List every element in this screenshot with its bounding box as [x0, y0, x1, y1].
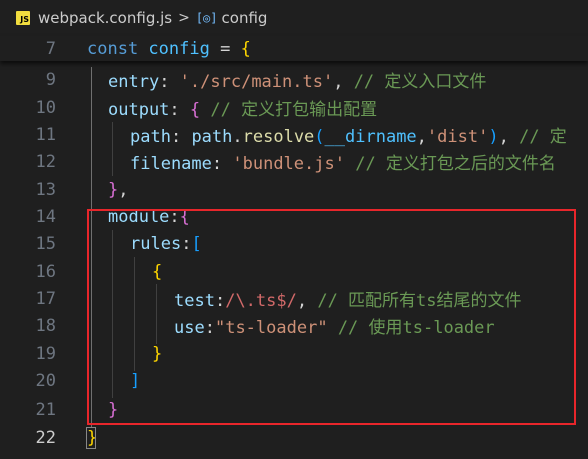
code-token-cm: // 定 — [519, 127, 567, 147]
code-token-pl: : — [159, 72, 180, 92]
code-token-str: 'dist' — [426, 127, 489, 147]
line-number: 12 — [35, 151, 56, 172]
variable-symbol-icon: [◎] — [195, 11, 218, 25]
line-code: path: path.resolve(__dirname,'dist'), //… — [130, 122, 567, 147]
code-editor[interactable]: JS webpack.config.js > [◎] config 7 cons… — [0, 0, 588, 459]
line-number: 20 — [35, 370, 56, 391]
line-number-current: 22 — [35, 427, 56, 448]
code-line: 12 filename: 'bundle.js' // 定义打包之后的文件名 — [0, 148, 588, 175]
line-code: filename: 'bundle.js' // 定义打包之后的文件名 — [130, 149, 556, 174]
code-line: 10 output: { // 定义打包输出配置 — [0, 94, 588, 121]
code-token-pl: = — [209, 38, 241, 59]
code-token-fn: resolve — [242, 127, 315, 147]
line-number: 16 — [35, 261, 56, 282]
code-token-prop: path — [191, 127, 233, 147]
code-token-var: config — [148, 38, 210, 59]
code-line: 7 const config = { — [0, 35, 588, 62]
bracket-match-highlight — [86, 427, 96, 449]
breadcrumb-file[interactable]: webpack.config.js — [38, 9, 172, 27]
code-token-b3: ( — [314, 127, 325, 147]
code-token-prop: entry — [108, 72, 160, 92]
sticky-scroll-header[interactable]: 7 const config = { — [0, 36, 588, 61]
code-token-pl: , — [118, 179, 129, 200]
line-number: 9 — [45, 69, 56, 90]
code-token-kw: const — [87, 38, 149, 59]
code-token-prop: output — [108, 100, 170, 120]
chevron-right-icon: > — [178, 10, 190, 26]
code-token-pl: . — [232, 127, 243, 147]
code-token-var: __dirname — [324, 127, 417, 147]
line-code: output: { // 定义打包输出配置 — [108, 95, 377, 120]
code-token-pl: : — [211, 154, 233, 174]
code-token-cm: // 定义打包之后的文件名 — [355, 154, 556, 174]
line-code: }, — [108, 180, 129, 200]
code-token-pl: : — [170, 127, 192, 147]
javascript-file-icon: JS — [16, 11, 30, 25]
code-token-prop: filename — [130, 154, 212, 174]
line-number: 21 — [35, 399, 56, 420]
code-token-b1: { — [240, 38, 251, 59]
code-token-cm: // 定义入口文件 — [353, 72, 487, 92]
code-token-pl: , — [416, 127, 427, 147]
line-code: entry: './src/main.ts', // 定义入口文件 — [108, 67, 486, 92]
line-number: 19 — [35, 343, 56, 364]
code-token-pl: , — [333, 72, 354, 92]
code-line: 9 entry: './src/main.ts', // 定义入口文件 — [0, 66, 588, 93]
line-number: 15 — [35, 233, 56, 254]
line-number: 11 — [35, 124, 56, 145]
code-token-b2: } — [108, 179, 119, 200]
code-token-prop: path — [130, 127, 171, 147]
code-token-b2: { — [189, 100, 201, 120]
code-line: 13 }, — [0, 176, 588, 203]
line-number: 7 — [45, 38, 56, 59]
code-token-cm: // 定义打包输出配置 — [210, 100, 378, 120]
line-number: 18 — [35, 315, 56, 336]
line-number: 13 — [35, 179, 56, 200]
line-code: const config = { — [87, 39, 251, 59]
line-number: 10 — [35, 97, 56, 118]
code-line: 11 path: path.resolve(__dirname,'dist'),… — [0, 121, 588, 148]
breadcrumb-symbol[interactable]: config — [222, 9, 268, 27]
code-token-str: 'bundle.js' — [232, 154, 345, 174]
code-token-str: './src/main.ts' — [179, 72, 334, 92]
code-token-pl: , — [498, 127, 520, 147]
code-token-pl: : — [169, 100, 190, 120]
breadcrumb: JS webpack.config.js > [◎] config — [0, 0, 588, 36]
annotation-highlight-box — [87, 209, 576, 425]
line-number: 14 — [35, 206, 56, 227]
line-number: 17 — [35, 288, 56, 309]
code-token-b3: ) — [488, 127, 499, 147]
